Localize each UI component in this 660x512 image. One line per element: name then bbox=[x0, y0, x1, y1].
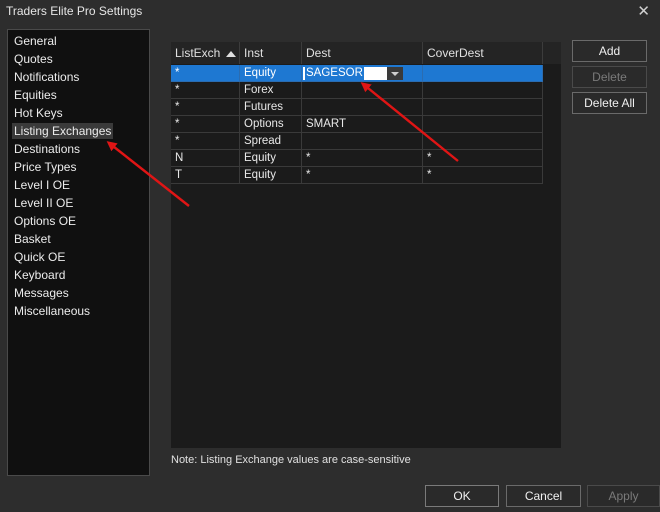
annotation-arrow-icon bbox=[106, 141, 190, 207]
annotation-arrow-icon bbox=[360, 82, 459, 162]
annotation-arrows bbox=[106, 82, 459, 207]
